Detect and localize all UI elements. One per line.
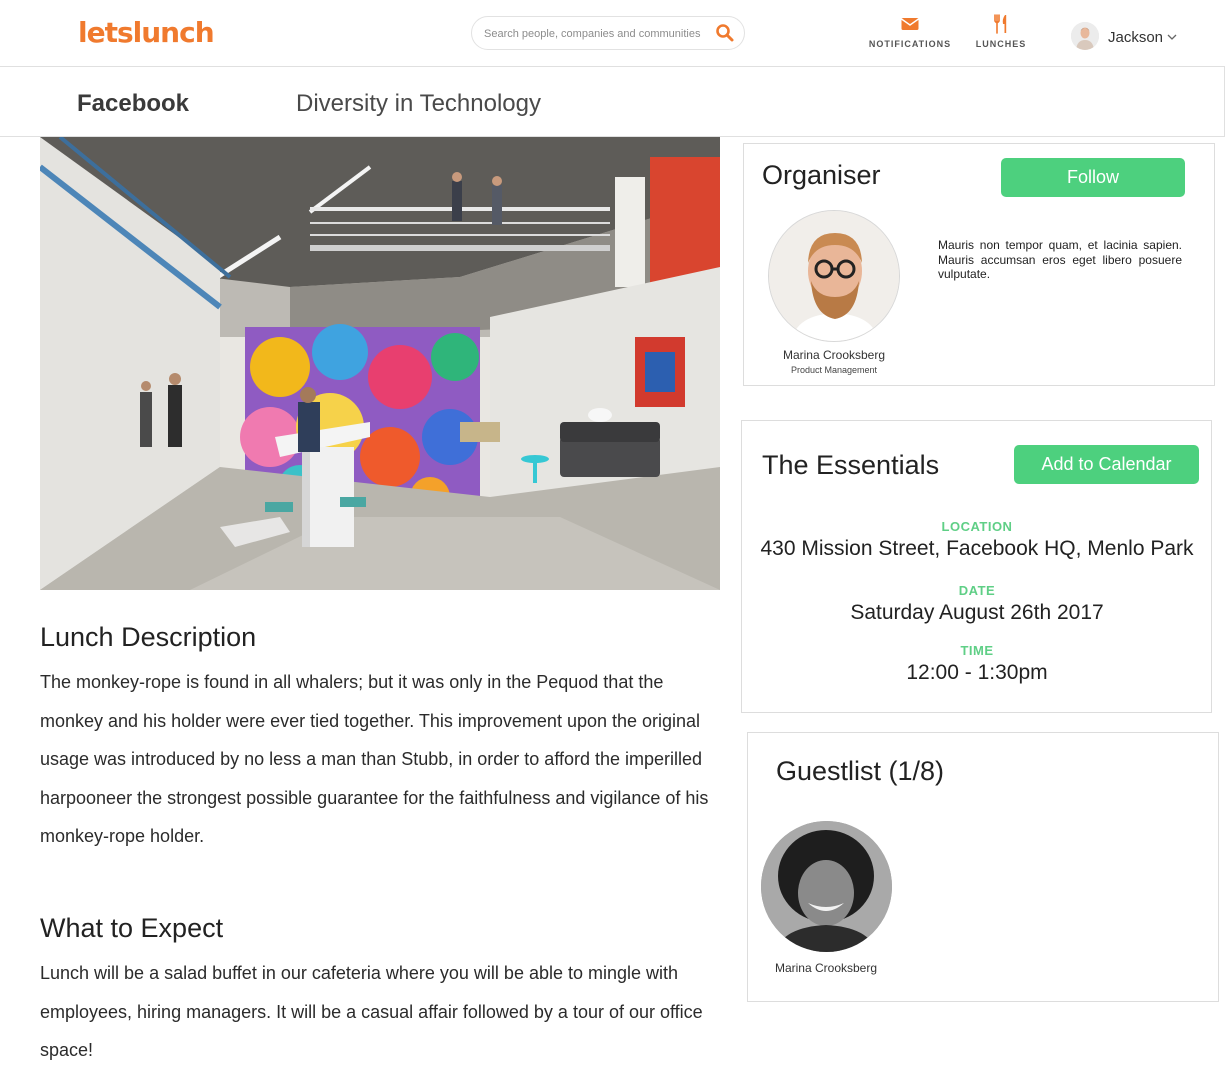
essentials-heading: The Essentials bbox=[762, 450, 940, 480]
envelope-icon bbox=[901, 18, 919, 30]
guestlist-card: Guestlist (1/8) Marina Crooksberg bbox=[747, 732, 1219, 1002]
top-navigation-bar: letslunch NOTIFICATIONS LUNCHES bbox=[0, 0, 1225, 67]
organiser-name[interactable]: Marina Crooksberg bbox=[764, 348, 904, 362]
lunch-description-text: The monkey-rope is found in all whalers;… bbox=[40, 672, 709, 846]
guest-avatar[interactable] bbox=[761, 821, 892, 952]
organiser-photo bbox=[769, 211, 899, 341]
company-name[interactable]: Facebook bbox=[77, 90, 189, 118]
event-title: Diversity in Technology bbox=[296, 90, 542, 117]
lunches-nav-item[interactable]: LUNCHES bbox=[975, 14, 1027, 49]
chevron-down-icon[interactable] bbox=[1166, 31, 1178, 43]
fork-knife-icon bbox=[994, 14, 1007, 34]
organiser-bio: Mauris non tempor quam, et lacinia sapie… bbox=[938, 238, 1182, 281]
lunch-description-heading: Lunch Description bbox=[40, 622, 257, 652]
date-value: Saturday August 26th 2017 bbox=[850, 601, 1104, 624]
organiser-card: Organiser Follow Marina Crooksberg Produ… bbox=[743, 143, 1215, 386]
guestlist-heading: Guestlist (1/8) bbox=[776, 756, 945, 786]
letslunch-logo[interactable]: letslunch bbox=[78, 16, 215, 49]
search-box[interactable] bbox=[471, 16, 745, 50]
date-label: DATE bbox=[958, 583, 996, 598]
search-input[interactable] bbox=[484, 25, 704, 43]
event-subheader: Facebook Diversity in Technology bbox=[0, 67, 1225, 137]
avatar[interactable] bbox=[1071, 22, 1099, 50]
add-to-calendar-button[interactable]: Add to Calendar bbox=[1014, 445, 1199, 484]
guest-name[interactable]: Marina Crooksberg bbox=[756, 961, 896, 975]
guest-photo bbox=[761, 821, 892, 952]
notifications-label: NOTIFICATIONS bbox=[868, 39, 952, 49]
notifications-nav-item[interactable]: NOTIFICATIONS bbox=[868, 14, 952, 49]
office-photo bbox=[40, 137, 720, 590]
location-label: LOCATION bbox=[941, 519, 1013, 534]
essentials-card: The Essentials Add to Calendar LOCATION … bbox=[741, 420, 1212, 713]
organiser-role: Product Management bbox=[790, 365, 878, 375]
location-value: 430 Mission Street, Facebook HQ, Menlo P… bbox=[760, 537, 1194, 560]
user-avatar-image bbox=[1071, 22, 1099, 50]
search-icon[interactable] bbox=[715, 23, 735, 43]
follow-button[interactable]: Follow bbox=[1001, 158, 1185, 197]
user-name[interactable]: Jackson bbox=[1108, 29, 1163, 46]
organiser-avatar[interactable] bbox=[768, 210, 900, 342]
what-to-expect-text: Lunch will be a salad buffet in our cafe… bbox=[40, 963, 703, 1060]
time-label: TIME bbox=[960, 643, 994, 658]
time-value: 12:00 - 1:30pm bbox=[906, 661, 1048, 684]
organiser-heading: Organiser bbox=[762, 160, 881, 190]
lunches-label: LUNCHES bbox=[975, 39, 1027, 49]
what-to-expect-heading: What to Expect bbox=[40, 913, 224, 943]
